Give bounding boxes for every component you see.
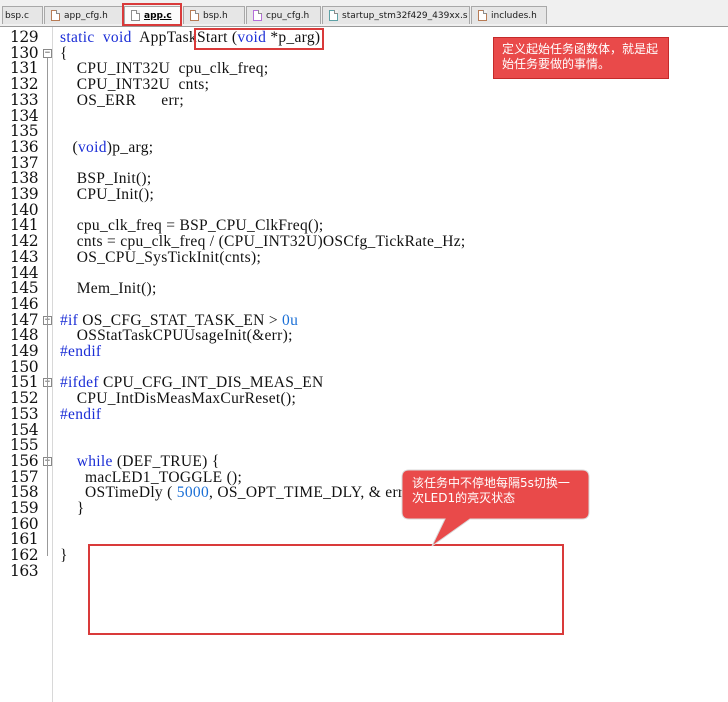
callout-arrow-layer	[401, 469, 590, 547]
callout-led-toggle: 该任务中不停地每隔5s切换一次LED1的亮灭状态	[412, 476, 570, 505]
